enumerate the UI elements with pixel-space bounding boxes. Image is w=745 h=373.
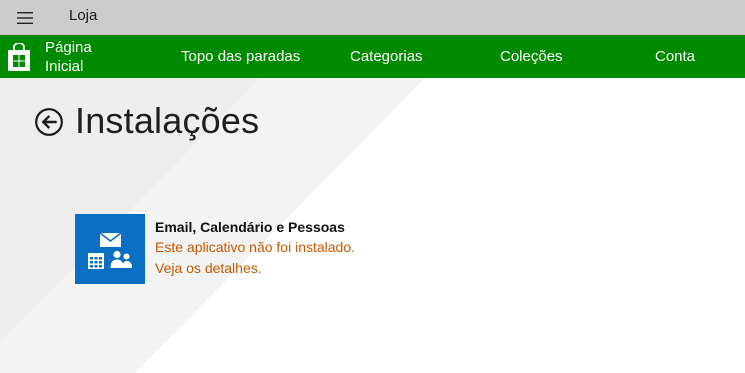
back-arrow-icon[interactable] [34,107,64,137]
mail-calendar-people-icon[interactable] [75,214,145,284]
nav-item-account[interactable]: Conta [655,48,695,65]
nav-item-collections[interactable]: Coleções [500,48,563,65]
nav-item-categories[interactable]: Categorias [350,48,423,65]
details-link[interactable]: Veja os detalhes. [155,260,262,276]
page-title: Instalações [75,100,260,141]
app-name[interactable]: Email, Calendário e Pessoas [155,219,345,235]
title-bar: Loja [0,0,745,35]
store-bag-icon[interactable] [7,42,31,71]
nav-item-top-charts[interactable]: Topo das paradas [181,48,300,65]
nav-bar: Página Inicial Topo das paradas Categori… [0,35,745,78]
install-status: Este aplicativo não foi instalado. [155,239,356,255]
app-title: Loja [69,7,98,24]
content-area: Instalações Email, Calendário e Pessoas … [0,78,745,373]
hamburger-icon[interactable] [0,0,50,35]
nav-item-home[interactable]: Página Inicial [45,38,105,76]
